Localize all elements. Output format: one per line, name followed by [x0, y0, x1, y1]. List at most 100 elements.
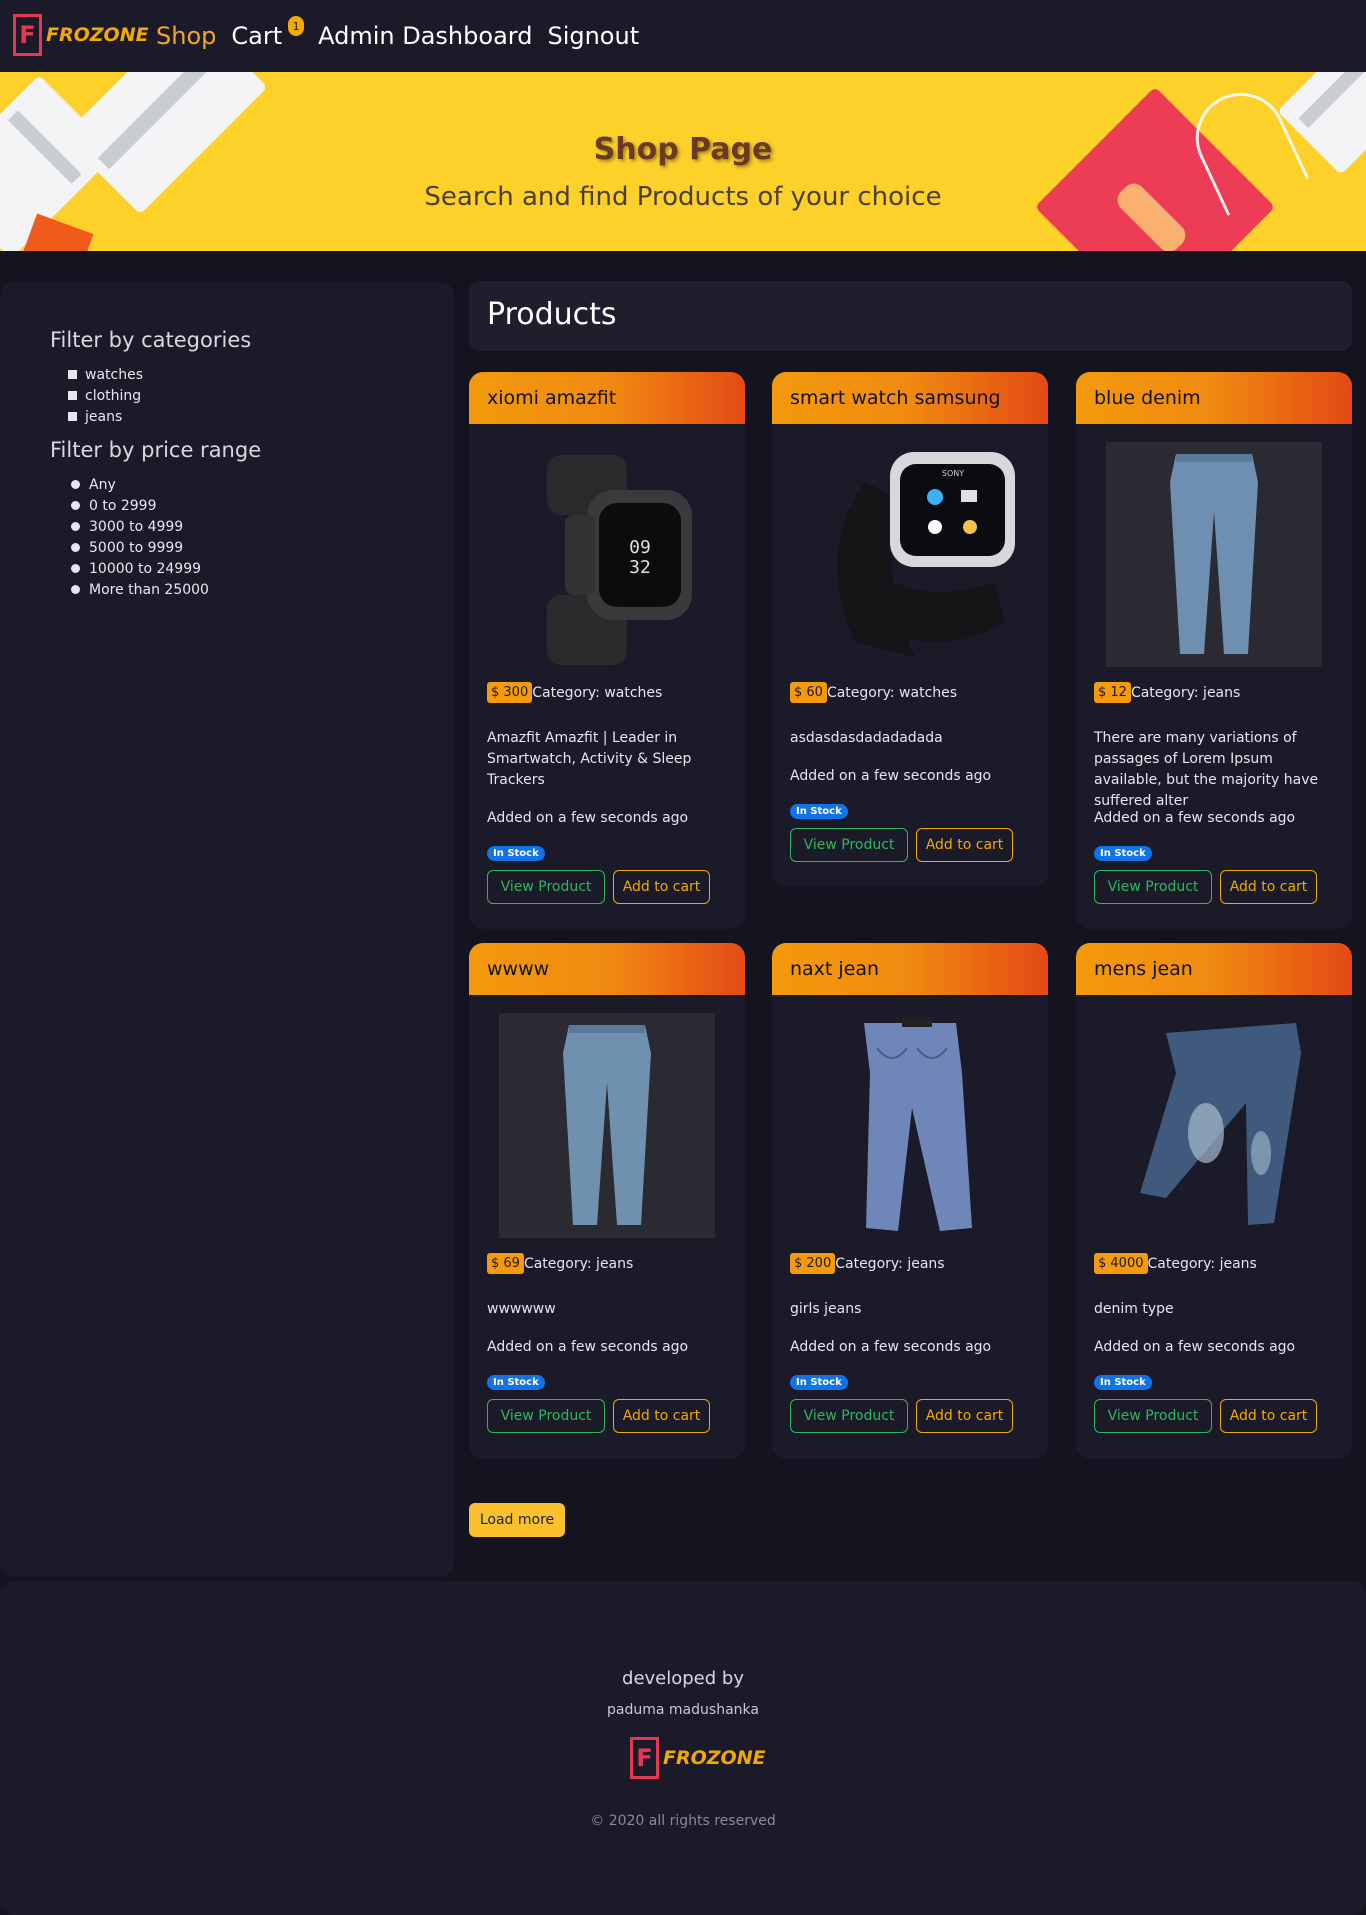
price-badge: $ 69	[487, 1253, 524, 1274]
product-added-date: Added on a few seconds ago	[790, 1339, 992, 1355]
product-added-date: Added on a few seconds ago	[487, 810, 689, 826]
radio-icon[interactable]	[71, 543, 80, 552]
price-filter-item[interactable]: Any	[71, 474, 209, 495]
sony-smartwatch-icon: SONY	[772, 442, 1048, 667]
distressed-jeans-icon	[1076, 1013, 1352, 1238]
stock-badge: In Stock	[790, 1375, 848, 1390]
nav-cart-label: Cart	[231, 22, 283, 50]
add-to-cart-button[interactable]: Add to cart	[613, 1399, 710, 1433]
product-description: There are many variations of passages of…	[1094, 730, 1319, 809]
radio-icon[interactable]	[71, 585, 80, 594]
logo-mark: F	[630, 1737, 659, 1779]
checkbox-icon[interactable]	[68, 370, 77, 379]
product-meta: $ 69 Category: jeans	[487, 1253, 633, 1274]
view-product-button[interactable]: View Product	[487, 870, 605, 904]
product-description: girls jeans	[790, 1301, 862, 1317]
price-label: 10000 to 24999	[89, 560, 202, 577]
product-name: blue denim	[1076, 372, 1352, 424]
price-badge: $ 4000	[1094, 1253, 1148, 1274]
product-meta: $ 300 Category: watches	[487, 682, 662, 703]
black-smartwatch-icon: 09 32	[469, 442, 745, 667]
price-badge: $ 200	[790, 1253, 836, 1274]
nav-shop-link[interactable]: Shop	[156, 22, 216, 50]
nav-links: Shop Cart 1 Admin Dashboard Signout	[156, 0, 654, 72]
view-product-button[interactable]: View Product	[1094, 870, 1212, 904]
category-filter-list: watches clothing jeans	[68, 364, 143, 427]
jeans-back-icon	[772, 1013, 1048, 1238]
product-description: wwwwww	[487, 1301, 556, 1317]
radio-icon[interactable]	[71, 564, 80, 573]
developed-by-label: developed by	[622, 1668, 744, 1689]
logo-text: FROZONE	[46, 24, 149, 46]
add-to-cart-button[interactable]: Add to cart	[1220, 1399, 1317, 1433]
category-label: watches	[85, 366, 143, 383]
stock-badge: In Stock	[1094, 1375, 1152, 1390]
product-category: Category: jeans	[1147, 1255, 1257, 1272]
page-title: Shop Page	[593, 132, 773, 167]
category-filter-item[interactable]: watches	[68, 364, 143, 385]
category-filter-item[interactable]: clothing	[68, 385, 143, 406]
stock-badge: In Stock	[487, 1375, 545, 1390]
price-filter-list: Any 0 to 2999 3000 to 4999 5000 to 9999 …	[71, 474, 209, 600]
stock-badge: In Stock	[790, 804, 848, 819]
add-to-cart-button[interactable]: Add to cart	[613, 870, 710, 904]
svg-text:09: 09	[629, 537, 651, 558]
product-name: xiomi amazfit	[469, 372, 745, 424]
price-filter-item[interactable]: 5000 to 9999	[71, 537, 209, 558]
logo-mark: F	[13, 14, 42, 56]
product-meta: $ 200 Category: jeans	[790, 1253, 945, 1274]
add-to-cart-button[interactable]: Add to cart	[916, 1399, 1013, 1433]
load-more-button[interactable]: Load more	[469, 1503, 565, 1537]
price-filter-item[interactable]: 10000 to 24999	[71, 558, 209, 579]
product-name: smart watch samsung	[772, 372, 1048, 424]
product-card: wwww $ 69 Category: jeans wwwwww Added o…	[469, 943, 745, 1459]
price-label: 0 to 2999	[89, 497, 157, 514]
price-filter-item[interactable]: 3000 to 4999	[71, 516, 209, 537]
product-card: smart watch samsung SONY $ 60 Category: …	[772, 372, 1048, 887]
radio-icon[interactable]	[71, 501, 80, 510]
nav-cart-link[interactable]: Cart 1	[231, 16, 305, 50]
radio-icon[interactable]	[71, 480, 80, 489]
price-filter-item[interactable]: 0 to 2999	[71, 495, 209, 516]
add-to-cart-button[interactable]: Add to cart	[1220, 870, 1317, 904]
nav-signout-link[interactable]: Signout	[547, 22, 639, 50]
filter-sidebar: Filter by categories watches clothing je…	[0, 282, 454, 1577]
product-added-date: Added on a few seconds ago	[1094, 1339, 1296, 1355]
product-added-date: Added on a few seconds ago	[1094, 810, 1296, 826]
nav-admin-dashboard-link[interactable]: Admin Dashboard	[318, 22, 532, 50]
view-product-button[interactable]: View Product	[790, 828, 908, 862]
developer-name: paduma madushanka	[607, 1702, 759, 1718]
product-category: Category: jeans	[1130, 684, 1241, 701]
product-category: Category: watches	[826, 684, 958, 701]
radio-icon[interactable]	[71, 522, 80, 531]
checkbox-icon[interactable]	[68, 412, 77, 421]
product-added-date: Added on a few seconds ago	[790, 768, 992, 784]
product-added-date: Added on a few seconds ago	[487, 1339, 689, 1355]
view-product-button[interactable]: View Product	[790, 1399, 908, 1433]
checkbox-icon[interactable]	[68, 391, 77, 400]
page-subtitle: Search and find Products of your choice	[424, 182, 942, 212]
products-title: Products	[487, 297, 617, 332]
cart-count-badge: 1	[288, 16, 305, 36]
product-name: wwww	[469, 943, 745, 995]
price-label: Any	[89, 476, 116, 493]
price-badge: $ 60	[790, 682, 827, 703]
product-category: Category: jeans	[835, 1255, 945, 1272]
product-meta: $ 12 Category: jeans	[1094, 682, 1240, 703]
blue-jeans-icon	[469, 1013, 745, 1238]
add-to-cart-button[interactable]: Add to cart	[916, 828, 1013, 862]
blue-jeans-icon	[1076, 442, 1352, 667]
view-product-button[interactable]: View Product	[487, 1399, 605, 1433]
price-badge: $ 300	[487, 682, 533, 703]
view-product-button[interactable]: View Product	[1094, 1399, 1212, 1433]
products-header: Products	[469, 281, 1352, 351]
price-filter-title: Filter by price range	[50, 438, 262, 462]
product-name: mens jean	[1076, 943, 1352, 995]
price-filter-item[interactable]: More than 25000	[71, 579, 209, 600]
category-label: jeans	[85, 408, 123, 425]
frozone-logo[interactable]: F FROZONE	[13, 14, 149, 56]
product-description: asdasdasdadadadada	[790, 730, 943, 746]
product-description: Amazfit Amazfit | Leader in Smartwatch, …	[487, 730, 692, 788]
category-filter-item[interactable]: jeans	[68, 406, 143, 427]
footer: developed by paduma madushanka F FROZONE…	[0, 1581, 1366, 1915]
